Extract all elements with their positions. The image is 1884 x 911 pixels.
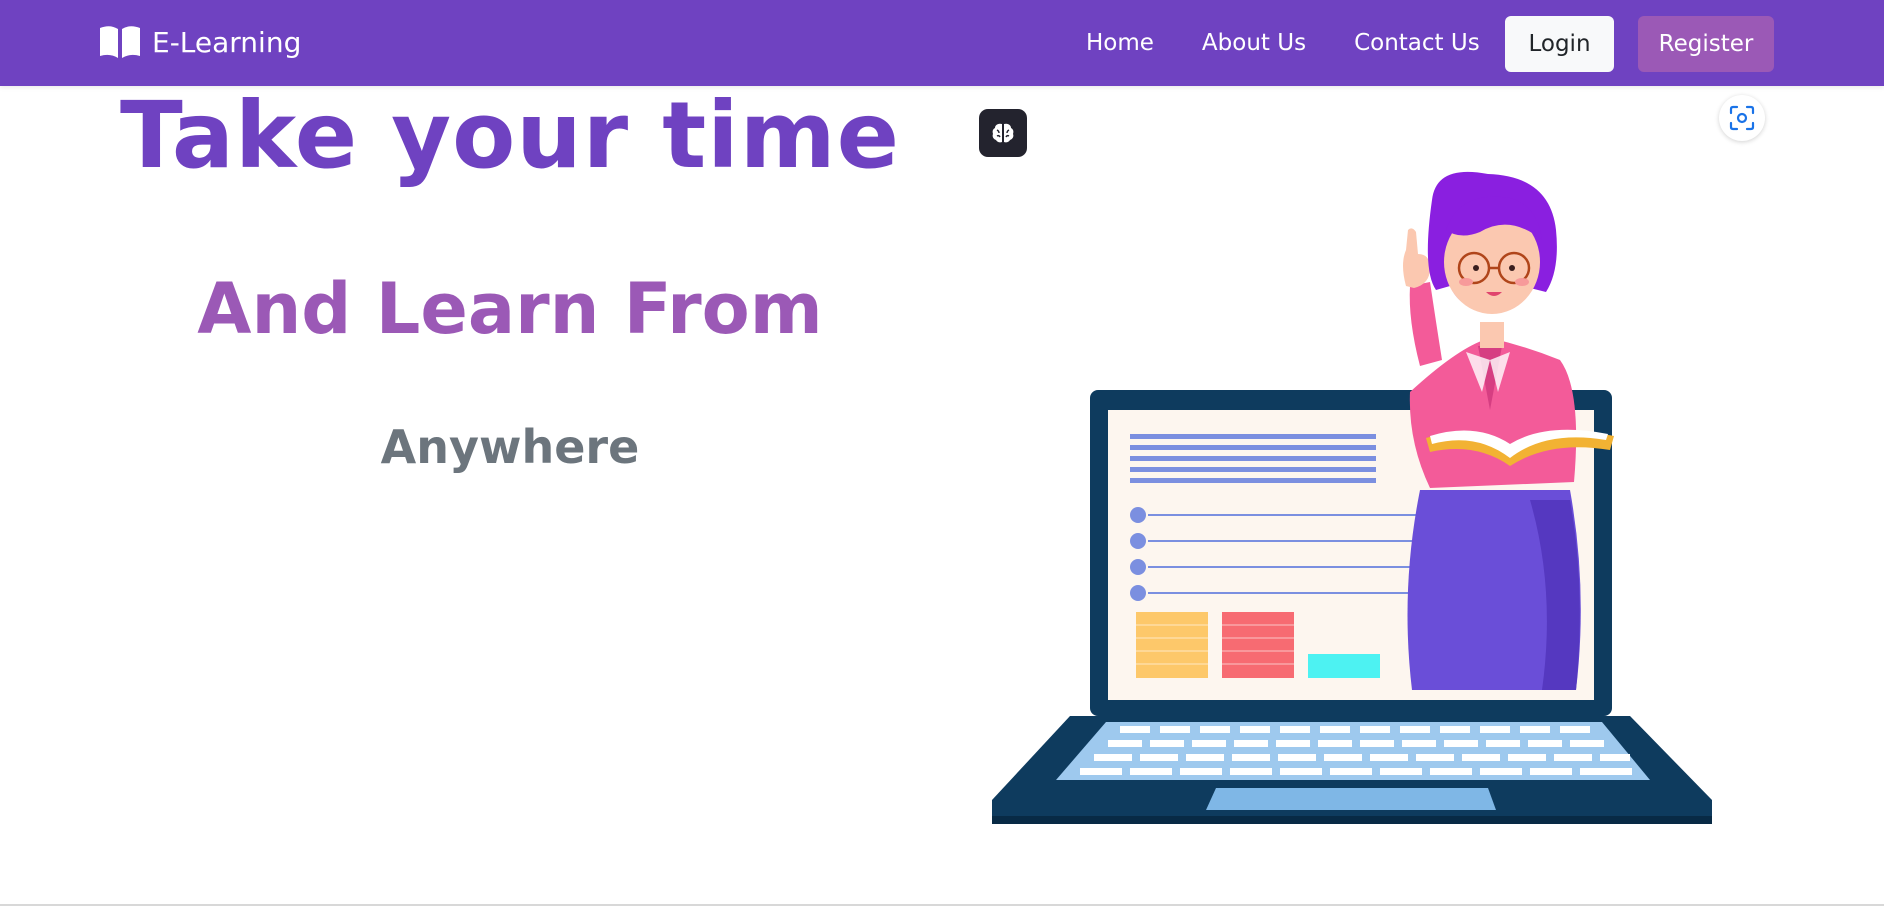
hero-subtitle: And Learn From [197, 268, 823, 350]
hero-tagline: Anywhere [380, 420, 640, 474]
page-bottom-divider [0, 904, 1884, 906]
nav-links: Home About Us Contact Us [1086, 0, 1528, 86]
teacher-laptop-illustration [992, 171, 1712, 824]
laptop-touchpad [1206, 788, 1496, 810]
brain-icon [992, 123, 1014, 143]
screen-scan-icon [1729, 105, 1755, 131]
nav-about-link[interactable]: About Us [1202, 30, 1306, 56]
open-book-icon [100, 26, 140, 58]
login-button[interactable]: Login [1505, 16, 1614, 72]
brain-button[interactable] [979, 109, 1027, 157]
brand-label: E-Learning [152, 25, 302, 59]
hero-title: Take your time [120, 82, 900, 189]
brand-link[interactable]: E-Learning [98, 24, 301, 60]
register-button[interactable]: Register [1638, 16, 1774, 72]
nav-contact-link[interactable]: Contact Us [1354, 30, 1480, 56]
nav-home-link[interactable]: Home [1086, 30, 1154, 56]
screen-scan-button[interactable] [1719, 95, 1765, 141]
top-navbar: E-Learning Home About Us Contact Us Logi… [0, 0, 1884, 86]
